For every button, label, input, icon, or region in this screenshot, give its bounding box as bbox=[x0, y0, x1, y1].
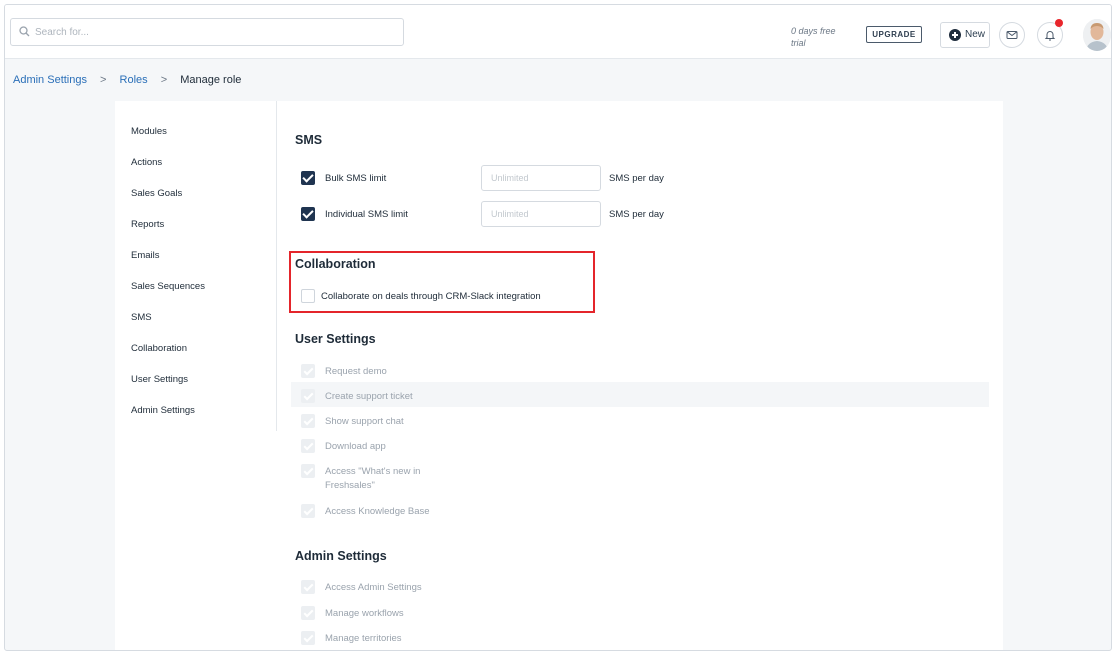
knowledge-base-checkbox bbox=[301, 504, 315, 518]
breadcrumb-manage-role: Manage role bbox=[180, 74, 242, 86]
nav-item-emails[interactable]: Emails bbox=[131, 249, 160, 263]
access-admin-settings-label: Access Admin Settings bbox=[325, 582, 422, 593]
whats-new-label-line1: Access "What's new in bbox=[325, 466, 421, 477]
admin-settings-section-title: Admin Settings bbox=[295, 549, 387, 563]
breadcrumb-admin-settings[interactable]: Admin Settings bbox=[13, 74, 87, 86]
notification-dot bbox=[1055, 19, 1063, 27]
bell-icon bbox=[1044, 31, 1056, 41]
bulk-sms-label: Bulk SMS limit bbox=[325, 173, 387, 184]
individual-sms-checkbox[interactable] bbox=[301, 207, 315, 221]
individual-sms-input[interactable]: Unlimited bbox=[481, 201, 601, 227]
nav-item-sms[interactable]: SMS bbox=[131, 311, 152, 325]
collaboration-option-label: Collaborate on deals through CRM-Slack i… bbox=[321, 291, 541, 302]
request-demo-checkbox bbox=[301, 364, 315, 378]
new-button[interactable]: New bbox=[940, 22, 990, 48]
role-panel: Modules Actions Sales Goals Reports Emai… bbox=[115, 101, 1003, 650]
search-icon bbox=[19, 26, 30, 37]
download-app-label: Download app bbox=[325, 441, 386, 452]
manage-workflows-checkbox bbox=[301, 606, 315, 620]
whats-new-checkbox bbox=[301, 464, 315, 478]
nav-item-modules[interactable]: Modules bbox=[131, 125, 167, 139]
nav-item-actions[interactable]: Actions bbox=[131, 156, 162, 170]
request-demo-label: Request demo bbox=[325, 366, 387, 377]
nav-item-sales-sequences[interactable]: Sales Sequences bbox=[131, 280, 205, 294]
mail-button[interactable] bbox=[999, 22, 1025, 48]
collaboration-checkbox[interactable] bbox=[301, 289, 315, 303]
nav-item-collaboration[interactable]: Collaboration bbox=[131, 342, 187, 356]
access-admin-settings-checkbox bbox=[301, 580, 315, 594]
nav-item-admin-settings[interactable]: Admin Settings bbox=[131, 404, 195, 418]
section-nav: Modules Actions Sales Goals Reports Emai… bbox=[115, 101, 277, 431]
sms-section-title: SMS bbox=[295, 133, 323, 147]
bulk-sms-input[interactable]: Unlimited bbox=[481, 165, 601, 191]
nav-item-reports[interactable]: Reports bbox=[131, 218, 164, 232]
app-window: 0 days free trial UPGRADE New bbox=[4, 4, 1112, 651]
manage-territories-checkbox bbox=[301, 631, 315, 645]
breadcrumb-roles[interactable]: Roles bbox=[120, 74, 148, 86]
search-box[interactable] bbox=[10, 18, 404, 46]
mail-icon bbox=[1006, 31, 1018, 39]
show-support-chat-checkbox bbox=[301, 414, 315, 428]
new-button-label: New bbox=[965, 29, 986, 40]
upgrade-button[interactable]: UPGRADE bbox=[866, 26, 922, 43]
user-settings-section-title: User Settings bbox=[295, 332, 376, 346]
nav-item-user-settings[interactable]: User Settings bbox=[131, 373, 188, 387]
avatar[interactable] bbox=[1083, 19, 1111, 51]
plus-icon bbox=[949, 29, 961, 41]
individual-sms-unit: SMS per day bbox=[609, 209, 664, 220]
trial-text: 0 days free trial bbox=[791, 26, 836, 48]
bulk-sms-unit: SMS per day bbox=[609, 173, 664, 184]
whats-new-label-line2: Freshsales" bbox=[325, 480, 375, 491]
search-input[interactable] bbox=[35, 24, 395, 40]
collaboration-section-title: Collaboration bbox=[295, 257, 376, 271]
manage-territories-label: Manage territories bbox=[325, 633, 402, 644]
top-bar: 0 days free trial UPGRADE New bbox=[5, 5, 1111, 59]
create-support-ticket-checkbox bbox=[301, 389, 315, 403]
individual-sms-label: Individual SMS limit bbox=[325, 209, 408, 220]
user-photo-icon bbox=[1083, 19, 1111, 51]
breadcrumb: Admin Settings > Roles > Manage role bbox=[13, 71, 241, 89]
breadcrumb-separator: > bbox=[160, 74, 168, 86]
knowledge-base-label: Access Knowledge Base bbox=[325, 506, 430, 517]
create-support-ticket-label: Create support ticket bbox=[325, 391, 413, 402]
breadcrumb-separator: > bbox=[100, 74, 107, 86]
manage-workflows-label: Manage workflows bbox=[325, 608, 404, 619]
download-app-checkbox bbox=[301, 439, 315, 453]
nav-item-sales-goals[interactable]: Sales Goals bbox=[131, 187, 182, 201]
bulk-sms-checkbox[interactable] bbox=[301, 171, 315, 185]
show-support-chat-label: Show support chat bbox=[325, 416, 404, 427]
